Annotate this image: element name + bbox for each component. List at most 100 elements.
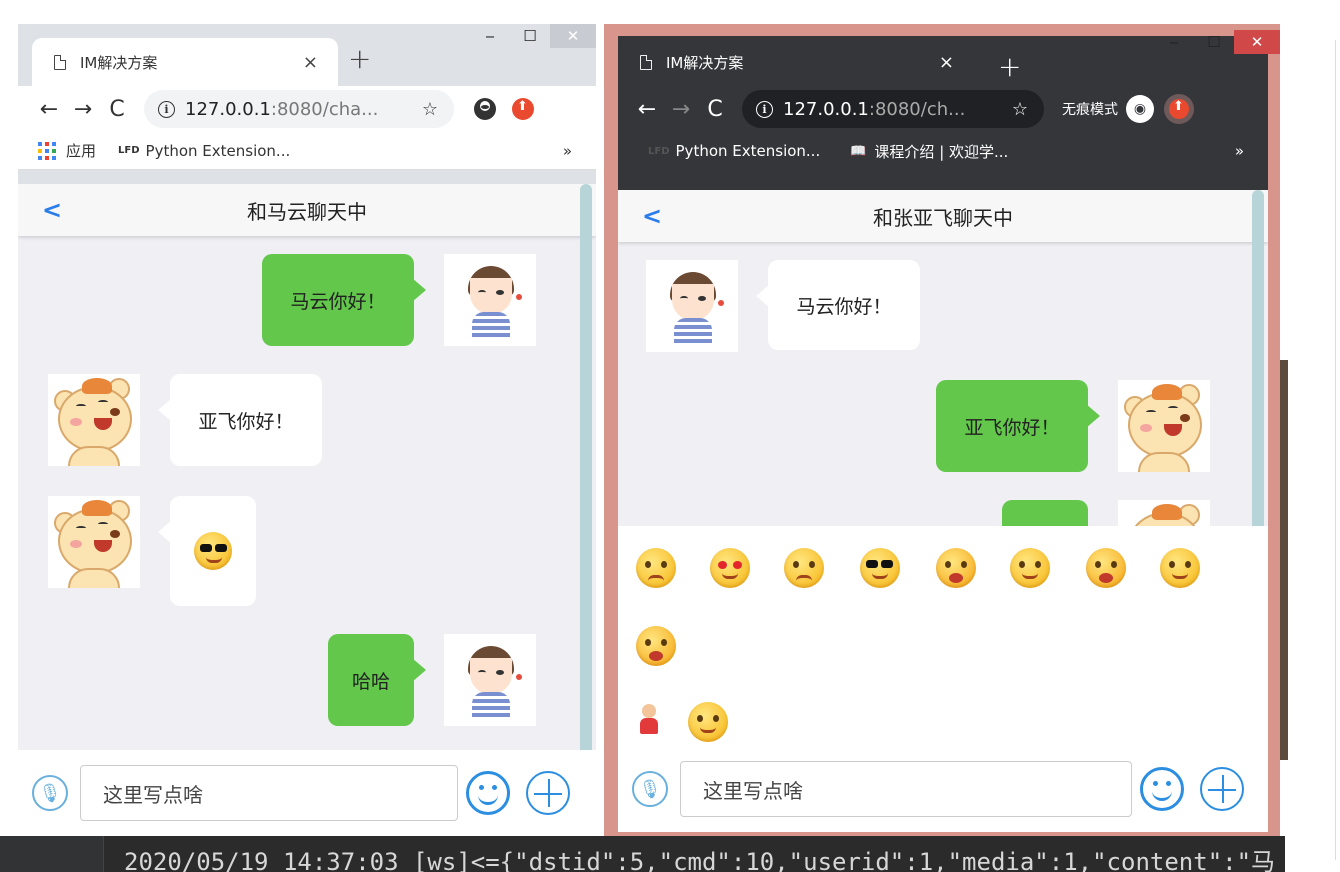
avatar[interactable] [48, 496, 140, 588]
message-input[interactable]: 这里写点啥 [80, 765, 458, 821]
url-text: 127.0.0.1:8080/cha... [185, 98, 379, 120]
desktop: IM解决方案 × + ‒ ☐ ✕ ← → C i 127.0.0.1:8080/… [0, 0, 1340, 872]
minimize-button[interactable]: ‒ [1154, 30, 1194, 54]
new-tab-button[interactable]: + [998, 50, 1021, 83]
smiley-emoji-tab[interactable] [688, 702, 728, 742]
browser-toolbar: ← → C i 127.0.0.1:8080/ch... ☆ 无痕模式 ◉ [618, 86, 1268, 132]
incognito-icon[interactable]: ◉ [1126, 95, 1154, 123]
avatar[interactable] [444, 634, 536, 726]
bookmarks-bar: LFD Python Extension... 📖 课程介绍 | 欢迎学... … [618, 132, 1268, 170]
lfd-icon: LFD [648, 145, 670, 157]
cool-sunglasses-emoji [194, 532, 232, 570]
maximize-button[interactable]: ☐ [510, 24, 550, 48]
maximize-button[interactable]: ☐ [1194, 30, 1234, 54]
incognito-label: 无痕模式 [1062, 102, 1118, 118]
chat-page: < 和马云聊天中 马云你好！ 亚飞你好！ 哈哈 🎙 这里写点啥 [18, 184, 596, 836]
emoji-button-icon[interactable] [466, 771, 510, 815]
apps-grid-icon[interactable] [38, 141, 56, 160]
microphone-icon[interactable]: 🎙 [32, 775, 68, 811]
info-icon[interactable]: i [756, 100, 773, 118]
emoji-panel [618, 526, 1268, 746]
emoji-button-icon[interactable] [1140, 767, 1184, 811]
url-text: 127.0.0.1:8080/ch... [783, 98, 966, 120]
extension-icon[interactable] [512, 98, 534, 120]
reload-icon[interactable]: C [100, 97, 134, 122]
avatar[interactable] [1118, 380, 1210, 472]
add-button-icon[interactable] [1200, 767, 1244, 811]
bookmark-python-extension[interactable]: Python Extension... [676, 142, 821, 160]
chat-input-bar: 🎙 这里写点啥 [18, 750, 596, 836]
info-icon[interactable]: i [158, 100, 175, 118]
scrollbar[interactable] [580, 184, 592, 836]
back-arrow-icon[interactable]: ← [32, 97, 66, 122]
lfd-icon: LFD [118, 145, 140, 156]
page-icon [640, 54, 652, 70]
background-editor-strip [1280, 20, 1340, 860]
new-tab-button[interactable]: + [348, 42, 371, 75]
tab-close-button[interactable]: × [303, 52, 318, 73]
message-bubble: 马云你好！ [262, 254, 426, 346]
message-input[interactable]: 这里写点啥 [680, 761, 1132, 817]
window-controls: ‒ ☐ ✕ [1154, 30, 1280, 54]
chat-input-bar: 🎙 这里写点啥 [618, 746, 1268, 832]
sobbing-emoji[interactable] [636, 626, 676, 666]
terminal-gutter [0, 836, 104, 872]
address-bar[interactable]: i 127.0.0.1:8080/ch... ☆ [742, 90, 1044, 128]
angry-emoji[interactable] [784, 548, 824, 588]
window-controls: ‒ ☐ ✕ [470, 24, 596, 48]
crying-emoji[interactable] [936, 548, 976, 588]
sticker-emoji-tab[interactable] [634, 702, 664, 738]
message-bubble: 亚飞你好！ [158, 374, 322, 466]
chat-title: 和马云聊天中 [247, 199, 367, 224]
minimize-button[interactable]: ‒ [470, 24, 510, 48]
chat-header: < 和张亚飞聊天中 [618, 190, 1268, 242]
bookmark-star-icon[interactable]: ☆ [422, 99, 438, 120]
back-arrow-icon[interactable]: ← [630, 97, 664, 122]
avatar[interactable] [444, 254, 536, 346]
terminal-log-line: 2020/05/19 14:37:03 [ws]<={"dstid":5,"cm… [124, 848, 1276, 872]
heart-eyes-emoji[interactable] [710, 548, 750, 588]
chat-page: < 和张亚飞聊天中 马云你好！ 亚飞你好！ 🎙 这里写点啥 [618, 190, 1268, 832]
bookmark-star-icon[interactable]: ☆ [1012, 99, 1028, 120]
chat-header: < 和马云聊天中 [18, 184, 596, 236]
bookmark-python-extension[interactable]: Python Extension... [146, 142, 291, 160]
avatar[interactable] [646, 260, 738, 352]
browser-toolbar: ← → C i 127.0.0.1:8080/cha... ☆ [18, 86, 596, 132]
bookmarks-bar: 应用 LFD Python Extension... » [18, 132, 596, 170]
forward-arrow-icon[interactable]: → [664, 97, 698, 122]
right-browser-window: IM解决方案 × + ← → C i 127.0.0.1:8080/ch... … [604, 24, 1280, 836]
tab-close-button[interactable]: × [939, 52, 954, 73]
close-window-button[interactable]: ✕ [550, 24, 596, 48]
bookmarks-more-button[interactable]: » [1235, 142, 1244, 160]
profile-icon[interactable] [474, 98, 496, 120]
message-bubble [158, 496, 256, 606]
chat-back-icon[interactable]: < [642, 202, 662, 230]
bookmarks-more-button[interactable]: » [563, 142, 572, 160]
close-window-button[interactable]: ✕ [1234, 30, 1280, 54]
add-button-icon[interactable] [526, 771, 570, 815]
microphone-icon[interactable]: 🎙 [632, 771, 668, 807]
browser-tab[interactable]: IM解决方案 × [32, 38, 338, 86]
tab-title: IM解决方案 [666, 53, 744, 72]
message-bubble: 哈哈 [328, 634, 426, 726]
message-bubble: 亚飞你好！ [936, 380, 1100, 472]
tab-title: IM解决方案 [80, 53, 158, 72]
cool-sunglasses-emoji[interactable] [860, 548, 900, 588]
dizzy-emoji[interactable] [636, 548, 676, 588]
avatar[interactable] [48, 374, 140, 466]
forward-arrow-icon[interactable]: → [66, 97, 100, 122]
smirk-emoji[interactable] [1160, 548, 1200, 588]
book-icon: 📖 [850, 143, 867, 159]
browser-tab[interactable]: IM解决方案 × [618, 38, 974, 86]
terminal-panel: 2020/05/19 14:37:03 [ws]<={"dstid":5,"cm… [0, 836, 1285, 872]
bookmark-apps[interactable]: 应用 [66, 140, 96, 161]
bookmark-course[interactable]: 课程介绍 | 欢迎学... [874, 141, 1008, 162]
extension-icon[interactable] [1164, 94, 1194, 124]
left-browser-window: IM解决方案 × + ‒ ☐ ✕ ← → C i 127.0.0.1:8080/… [18, 24, 596, 836]
address-bar[interactable]: i 127.0.0.1:8080/cha... ☆ [144, 90, 454, 128]
chat-back-icon[interactable]: < [42, 196, 62, 224]
sleepy-emoji[interactable] [1010, 548, 1050, 588]
reload-icon[interactable]: C [698, 97, 732, 122]
page-icon [54, 54, 66, 70]
shocked-emoji[interactable] [1086, 548, 1126, 588]
